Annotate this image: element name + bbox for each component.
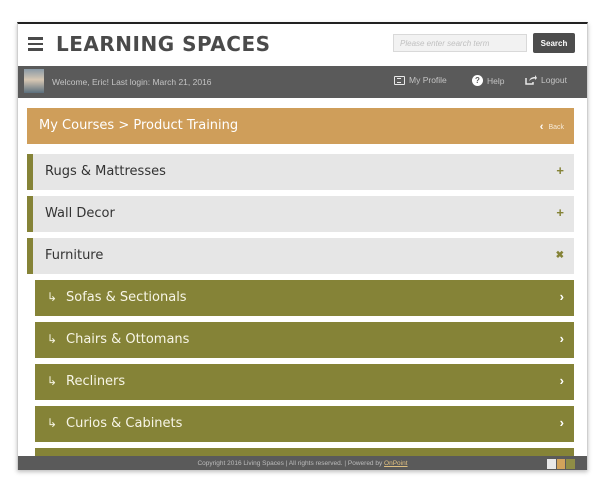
chevron-left-icon: ‹ — [539, 121, 544, 133]
app-window: LEARNING SPACES Search Welcome, Eric! La… — [17, 22, 588, 470]
user-bar: Welcome, Eric! Last login: March 21, 201… — [18, 66, 587, 98]
subcategory-label: Sofas & Sectionals — [66, 290, 187, 305]
profile-icon — [394, 75, 405, 85]
category-label: Wall Decor — [45, 206, 115, 221]
avatar — [24, 69, 44, 93]
my-profile-label: My Profile — [409, 75, 447, 85]
my-profile-link[interactable]: My Profile — [394, 75, 447, 85]
app-title: LEARNING SPACES — [56, 32, 271, 56]
footer-logo — [547, 459, 576, 469]
subcategory-chairs-ottomans[interactable]: ↳ Chairs & Ottomans › — [35, 322, 574, 358]
logout-label: Logout — [541, 75, 567, 85]
return-arrow-icon: ↳ — [47, 374, 58, 388]
welcome-text: Welcome, Eric! Last login: March 21, 201… — [52, 77, 212, 87]
back-label: Back — [548, 123, 564, 131]
collapse-x-icon: ✖ — [555, 250, 564, 261]
search-input[interactable] — [393, 34, 527, 52]
subcategory-label: Recliners — [66, 374, 126, 389]
chevron-right-icon: › — [559, 373, 564, 388]
breadcrumb-text: My Courses > Product Training — [39, 118, 239, 133]
return-arrow-icon: ↳ — [47, 290, 58, 304]
subcategory-label: Curios & Cabinets — [66, 416, 183, 431]
top-header: LEARNING SPACES Search — [18, 24, 587, 66]
return-arrow-icon: ↳ — [47, 332, 58, 346]
footer: Copyright 2016 Living Spaces | All right… — [18, 456, 587, 470]
category-wall-decor[interactable]: Wall Decor + — [27, 196, 574, 232]
search-button[interactable]: Search — [533, 33, 575, 53]
chevron-right-icon: › — [559, 331, 564, 346]
footer-copyright: Copyright 2016 Living Spaces | All right… — [197, 460, 385, 467]
logout-link[interactable]: Logout — [525, 75, 567, 85]
help-label: Help — [487, 75, 505, 86]
category-furniture[interactable]: Furniture ✖ — [27, 238, 574, 274]
subcategory-label: Chairs & Ottomans — [66, 332, 190, 347]
chevron-right-icon: › — [559, 289, 564, 304]
subcategory-curios-cabinets[interactable]: ↳ Curios & Cabinets › — [35, 406, 574, 442]
help-icon: ? — [472, 75, 483, 86]
subcategory-sofas-sectionals[interactable]: ↳ Sofas & Sectionals › — [35, 280, 574, 316]
expand-plus-icon: + — [556, 163, 564, 178]
return-arrow-icon: ↳ — [47, 416, 58, 430]
category-label: Furniture — [45, 248, 104, 263]
category-label: Rugs & Mattresses — [45, 164, 166, 179]
category-rugs-mattresses[interactable]: Rugs & Mattresses + — [27, 154, 574, 190]
expand-plus-icon: + — [556, 205, 564, 220]
breadcrumb: My Courses > Product Training ‹ Back — [27, 108, 574, 144]
menu-icon[interactable] — [28, 37, 43, 51]
back-button[interactable]: ‹ Back — [540, 121, 564, 133]
powered-by-link[interactable]: OnPoint — [384, 460, 408, 467]
subcategory-recliners[interactable]: ↳ Recliners › — [35, 364, 574, 400]
logout-icon — [525, 75, 537, 85]
chevron-right-icon: › — [559, 415, 564, 430]
help-link[interactable]: ? Help — [472, 75, 504, 86]
